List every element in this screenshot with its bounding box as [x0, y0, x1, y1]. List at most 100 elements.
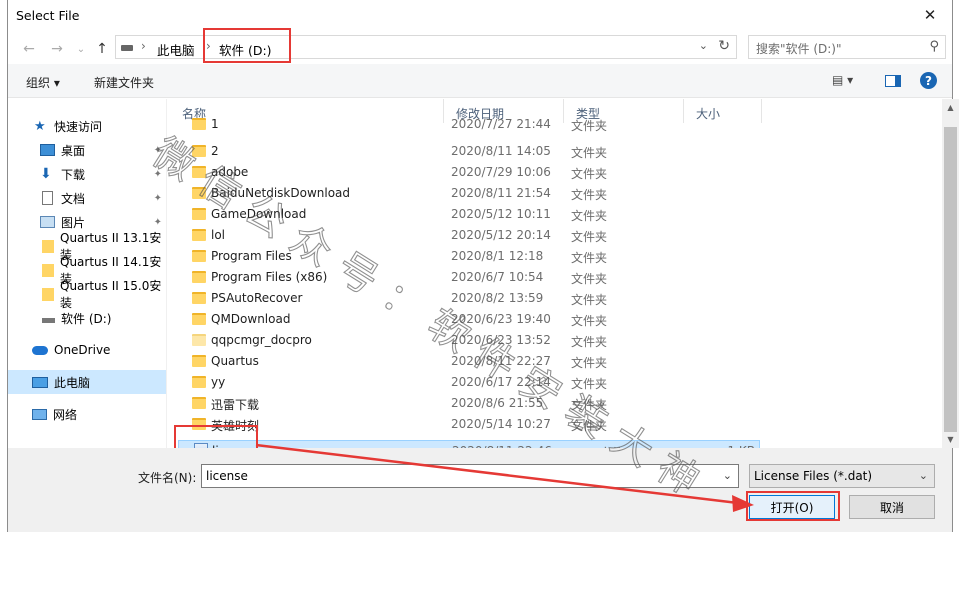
filetype-select[interactable]: License Files (*.dat) ⌄	[749, 464, 935, 488]
folder-icon	[192, 145, 206, 157]
file-list: ^ 名称 修改日期 类型 大小 12020/7/27 21:44文件夹22020…	[170, 99, 940, 448]
breadcrumb-separator-icon[interactable]: ›	[141, 39, 146, 53]
file-date: 2020/6/23 13:52	[451, 333, 551, 347]
folder-icon	[42, 263, 54, 277]
search-icon[interactable]: ⚲	[929, 39, 939, 54]
table-row[interactable]: yy 2020/6/17 22:14 文件夹	[178, 372, 760, 393]
table-row[interactable]: adobe 2020/7/29 10:06 文件夹	[178, 162, 760, 183]
title-bar: Select File ✕	[8, 0, 952, 32]
file-date: 2020/7/27 21:44	[451, 117, 551, 131]
breadcrumb-this-pc[interactable]: 此电脑	[157, 40, 195, 59]
file-type: 文件夹	[571, 356, 608, 370]
nav-item-quartus-15[interactable]: Quartus II 15.0安装	[8, 279, 166, 310]
folder-icon	[192, 355, 206, 367]
sort-up-icon: ^	[309, 99, 317, 104]
file-type: 文件夹	[571, 293, 608, 307]
file-name: Program Files (x86)	[211, 270, 328, 284]
pin-icon[interactable]: ✦	[154, 217, 162, 228]
scroll-down-icon[interactable]: ▼	[942, 431, 959, 448]
chevron-down-icon[interactable]: ⌄	[723, 469, 732, 482]
search-box[interactable]: 搜索"软件 (D:)" ⚲	[748, 35, 946, 59]
file-date: 2020/5/12 10:11	[451, 207, 551, 221]
address-dropdown-icon[interactable]: ⌄	[699, 39, 708, 52]
pin-icon[interactable]: ✦	[154, 193, 162, 204]
file-name: lol	[211, 228, 226, 242]
nav-item-documents[interactable]: 文档 ✦	[8, 186, 166, 210]
close-button[interactable]: ✕	[908, 0, 952, 30]
pin-icon[interactable]: ✦	[154, 145, 162, 156]
preview-pane-icon[interactable]	[885, 75, 901, 87]
file-type: 文件夹	[571, 314, 608, 328]
folder-icon	[192, 271, 206, 283]
file-type: 文件夹	[571, 398, 608, 412]
nav-item-this-pc[interactable]: 此电脑	[8, 370, 166, 394]
nav-item-drive-d[interactable]: 软件 (D:)	[8, 306, 166, 330]
new-folder-button[interactable]: 新建文件夹	[94, 74, 154, 91]
folder-icon	[192, 397, 206, 409]
nav-item-label: 桌面	[61, 143, 86, 158]
chevron-down-icon[interactable]: ⌄	[919, 469, 928, 482]
folder-icon	[192, 118, 206, 130]
forward-arrow-icon[interactable]: →	[46, 39, 68, 59]
up-arrow-icon[interactable]: ↑	[91, 39, 113, 59]
folder-icon	[192, 313, 206, 325]
view-options-icon[interactable]: ▤ ▾	[832, 73, 853, 87]
navigation-pane: ★ 快速访问 桌面 ✦ ⬇ 下载 ✦ 文档 ✦ 图片 ✦ Quartus II …	[8, 99, 166, 448]
network-icon	[32, 408, 47, 420]
file-date: 2020/7/29 10:06	[451, 165, 551, 179]
table-row-selected[interactable]: license2020/8/11 22:46DAT 文件1 KB	[178, 440, 760, 448]
desktop-icon	[40, 144, 55, 156]
table-row[interactable]: GameDownload 2020/5/12 10:11 文件夹	[178, 204, 760, 225]
refresh-icon[interactable]: ↻	[718, 38, 730, 54]
organize-menu[interactable]: 组织 ▾	[26, 74, 60, 91]
scrollbar-thumb[interactable]	[944, 127, 957, 432]
folder-icon	[192, 229, 206, 241]
filename-input[interactable]: license ⌄	[201, 464, 739, 488]
nav-item-desktop[interactable]: 桌面 ✦	[8, 138, 166, 162]
nav-item-quick-access[interactable]: ★ 快速访问	[8, 114, 166, 138]
nav-item-network[interactable]: 网络	[8, 402, 166, 426]
file-date: 2020/8/11 21:54	[451, 186, 551, 200]
help-icon[interactable]: ?	[920, 72, 937, 89]
file-name: BaiduNetdiskDownload	[211, 186, 351, 200]
table-row[interactable]: qqpcmgr_docpro 2020/6/23 13:52 文件夹	[178, 330, 760, 351]
drive-icon	[42, 318, 55, 323]
table-row[interactable]: Program Files (x86) 2020/6/7 10:54 文件夹	[178, 267, 760, 288]
file-type: 文件夹	[571, 188, 608, 202]
table-row[interactable]: 英雄时刻 2020/5/14 10:27 文件夹	[178, 414, 760, 435]
table-row[interactable]: BaiduNetdiskDownload 2020/8/11 21:54 文件夹	[178, 183, 760, 204]
back-arrow-icon[interactable]: ←	[18, 39, 40, 59]
file-name: 2	[211, 144, 219, 158]
folder-icon	[192, 292, 206, 304]
filetype-value: License Files (*.dat)	[754, 469, 873, 483]
file-name: Quartus	[211, 354, 259, 368]
nav-item-downloads[interactable]: ⬇ 下载 ✦	[8, 162, 166, 186]
nav-item-label: 文档	[61, 191, 86, 206]
file-type: 文件夹	[571, 146, 608, 160]
scroll-up-icon[interactable]: ▲	[942, 99, 959, 116]
table-row[interactable]: 1 2020/7/27 21:44 文件夹	[178, 114, 760, 135]
pane-divider[interactable]	[166, 99, 167, 448]
table-row[interactable]: QMDownload 2020/6/23 19:40 文件夹	[178, 309, 760, 330]
pin-icon[interactable]: ✦	[154, 169, 162, 180]
table-row[interactable]: lol 2020/5/12 20:14 文件夹	[178, 225, 760, 246]
cancel-button[interactable]: 取消	[849, 495, 935, 519]
file-type: 文件夹	[571, 419, 608, 433]
highlight-box-open	[746, 491, 840, 521]
file-type: 文件夹	[571, 230, 608, 244]
nav-item-label: 网络	[53, 407, 78, 422]
table-row[interactable]: Quartus 2020/8/11 22:27 文件夹	[178, 351, 760, 372]
table-row[interactable]: Program Files 2020/8/1 12:18 文件夹	[178, 246, 760, 267]
recent-dropdown-icon[interactable]: ⌄	[70, 39, 92, 59]
file-date: 2020/5/12 20:14	[451, 228, 551, 242]
file-name: GameDownload	[211, 207, 307, 221]
nav-item-onedrive[interactable]: OneDrive	[8, 338, 166, 362]
download-icon: ⬇	[40, 166, 52, 182]
file-date: 2020/6/23 19:40	[451, 312, 551, 326]
folder-icon	[42, 239, 54, 253]
table-row[interactable]: 2 2020/8/11 14:05 文件夹	[178, 141, 760, 162]
table-row[interactable]: PSAutoRecover 2020/8/2 13:59 文件夹	[178, 288, 760, 309]
table-row[interactable]: 迅雷下载 2020/8/6 21:55 文件夹	[178, 393, 760, 414]
vertical-scrollbar[interactable]: ▲ ▼	[942, 99, 959, 448]
file-name: Program Files	[211, 249, 292, 263]
